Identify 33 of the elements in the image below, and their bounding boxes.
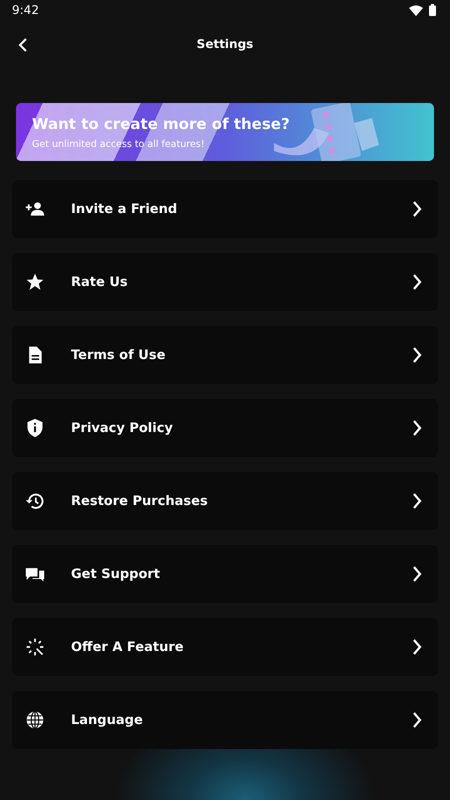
item-label: Restore Purchases xyxy=(71,494,209,508)
settings-item[interactable]: Get Support xyxy=(12,545,438,603)
page-title: Settings xyxy=(196,37,254,51)
chevron-icon xyxy=(412,493,422,509)
item-label: Language xyxy=(71,712,144,728)
shield-icon xyxy=(25,418,45,438)
settings-item[interactable]: Rate Us xyxy=(12,253,438,311)
globe-icon xyxy=(25,710,45,730)
settings-item[interactable]: Privacy Policy xyxy=(12,399,438,457)
item-label: Invite a Friend xyxy=(71,202,178,216)
chevron-icon xyxy=(412,420,422,436)
item-label: Privacy Policy xyxy=(71,420,174,436)
chevron-icon xyxy=(412,566,422,582)
settings-item[interactable]: Language xyxy=(12,691,438,749)
settings-item[interactable]: Terms of Use xyxy=(12,326,438,384)
chevron-icon xyxy=(412,274,422,290)
settings-item[interactable]: Restore Purchases xyxy=(12,472,438,530)
item-label: Rate Us xyxy=(71,274,129,290)
settings-item[interactable]: Offer A Feature xyxy=(12,618,438,676)
battery-icon xyxy=(429,4,436,16)
chevron-icon xyxy=(412,639,422,655)
chevron-icon xyxy=(412,712,422,728)
wifi-icon xyxy=(409,4,423,16)
star-icon xyxy=(25,272,45,292)
item-label: Terms of Use xyxy=(71,348,166,362)
item-label: Offer A Feature xyxy=(71,640,185,654)
settings-item[interactable]: Invite a Friend xyxy=(12,180,438,238)
item-label: Get Support xyxy=(71,566,162,582)
chevron-icon xyxy=(412,347,422,363)
status-time: 9:42 xyxy=(12,3,39,17)
history-icon xyxy=(25,491,45,511)
sparkle-icon xyxy=(25,637,45,657)
chevron-icon xyxy=(412,201,422,217)
